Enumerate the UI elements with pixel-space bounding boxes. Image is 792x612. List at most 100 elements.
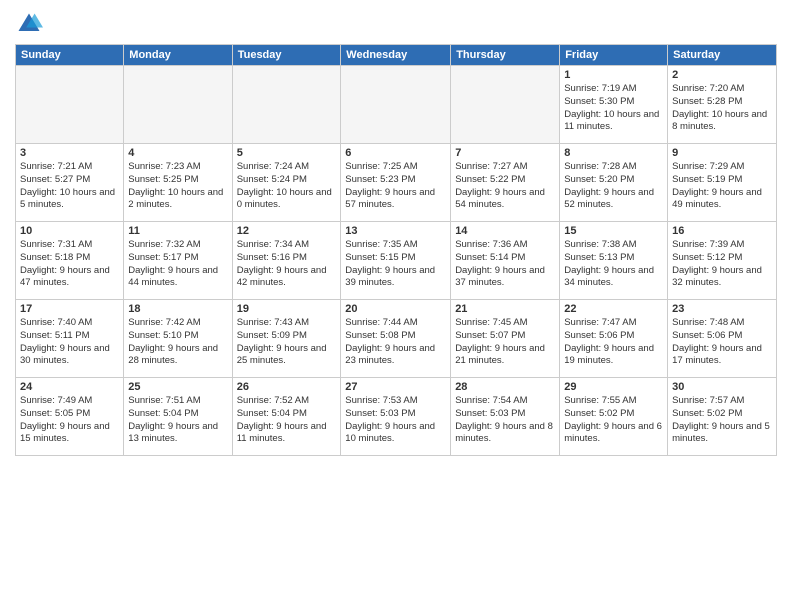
weekday-header-tuesday: Tuesday: [232, 45, 341, 66]
day-number: 12: [237, 225, 337, 237]
calendar-cell: 10 Sunrise: 7:31 AM Sunset: 5:18 PM Dayli…: [16, 222, 124, 300]
weekday-header-thursday: Thursday: [451, 45, 560, 66]
calendar-week-row: 24 Sunrise: 7:49 AM Sunset: 5:05 PM Dayli…: [16, 378, 777, 456]
day-info: Sunrise: 7:43 AM Sunset: 5:09 PM Dayligh…: [237, 317, 337, 368]
day-number: 24: [20, 381, 119, 393]
calendar-cell: 15 Sunrise: 7:38 AM Sunset: 5:13 PM Dayli…: [560, 222, 668, 300]
day-number: 16: [672, 225, 772, 237]
day-number: 19: [237, 303, 337, 315]
day-info: Sunrise: 7:47 AM Sunset: 5:06 PM Dayligh…: [564, 317, 663, 368]
day-info: Sunrise: 7:55 AM Sunset: 5:02 PM Dayligh…: [564, 395, 663, 446]
calendar-cell: 30Sunrise: 7:57 AM Sunset: 5:02 PM Dayli…: [668, 378, 777, 456]
day-info: Sunrise: 7:25 AM Sunset: 5:23 PM Dayligh…: [345, 161, 446, 212]
calendar-cell: 7 Sunrise: 7:27 AM Sunset: 5:22 PM Daylig…: [451, 144, 560, 222]
calendar-table: SundayMondayTuesdayWednesdayThursdayFrid…: [15, 44, 777, 456]
day-info: Sunrise: 7:28 AM Sunset: 5:20 PM Dayligh…: [564, 161, 663, 212]
day-number: 1: [564, 69, 663, 81]
weekday-header-wednesday: Wednesday: [341, 45, 451, 66]
calendar-week-row: 17 Sunrise: 7:40 AM Sunset: 5:11 PM Dayli…: [16, 300, 777, 378]
day-info: Sunrise: 7:44 AM Sunset: 5:08 PM Dayligh…: [345, 317, 446, 368]
calendar-cell: [232, 66, 341, 144]
calendar-cell: [451, 66, 560, 144]
calendar-cell: [124, 66, 232, 144]
calendar-cell: 8Sunrise: 7:28 AM Sunset: 5:20 PM Daylig…: [560, 144, 668, 222]
calendar-cell: 11 Sunrise: 7:32 AM Sunset: 5:17 PM Dayli…: [124, 222, 232, 300]
day-number: 17: [20, 303, 119, 315]
calendar-cell: 3Sunrise: 7:21 AM Sunset: 5:27 PM Daylig…: [16, 144, 124, 222]
day-info: Sunrise: 7:34 AM Sunset: 5:16 PM Dayligh…: [237, 239, 337, 290]
day-info: Sunrise: 7:24 AM Sunset: 5:24 PM Dayligh…: [237, 161, 337, 212]
calendar-cell: 14 Sunrise: 7:36 AM Sunset: 5:14 PM Dayli…: [451, 222, 560, 300]
day-info: Sunrise: 7:20 AM Sunset: 5:28 PM Dayligh…: [672, 83, 772, 134]
day-info: Sunrise: 7:29 AM Sunset: 5:19 PM Dayligh…: [672, 161, 772, 212]
day-number: 7: [455, 147, 555, 159]
day-number: 22: [564, 303, 663, 315]
page: SundayMondayTuesdayWednesdayThursdayFrid…: [0, 0, 792, 612]
day-info: Sunrise: 7:42 AM Sunset: 5:10 PM Dayligh…: [128, 317, 227, 368]
day-number: 10: [20, 225, 119, 237]
day-number: 6: [345, 147, 446, 159]
day-number: 29: [564, 381, 663, 393]
day-info: Sunrise: 7:49 AM Sunset: 5:05 PM Dayligh…: [20, 395, 119, 446]
day-number: 13: [345, 225, 446, 237]
weekday-header-saturday: Saturday: [668, 45, 777, 66]
weekday-header-sunday: Sunday: [16, 45, 124, 66]
day-info: Sunrise: 7:19 AM Sunset: 5:30 PM Dayligh…: [564, 83, 663, 134]
calendar-week-row: 10 Sunrise: 7:31 AM Sunset: 5:18 PM Dayli…: [16, 222, 777, 300]
day-number: 27: [345, 381, 446, 393]
day-info: Sunrise: 7:48 AM Sunset: 5:06 PM Dayligh…: [672, 317, 772, 368]
calendar-cell: [341, 66, 451, 144]
day-number: 4: [128, 147, 227, 159]
calendar-cell: 26 Sunrise: 7:52 AM Sunset: 5:04 PM Dayli…: [232, 378, 341, 456]
day-info: Sunrise: 7:51 AM Sunset: 5:04 PM Dayligh…: [128, 395, 227, 446]
day-number: 23: [672, 303, 772, 315]
logo: [15, 10, 47, 38]
calendar-cell: 5 Sunrise: 7:24 AM Sunset: 5:24 PM Daylig…: [232, 144, 341, 222]
day-info: Sunrise: 7:38 AM Sunset: 5:13 PM Dayligh…: [564, 239, 663, 290]
day-number: 2: [672, 69, 772, 81]
day-number: 26: [237, 381, 337, 393]
day-info: Sunrise: 7:53 AM Sunset: 5:03 PM Dayligh…: [345, 395, 446, 446]
logo-icon: [15, 10, 43, 38]
calendar-cell: 21 Sunrise: 7:45 AM Sunset: 5:07 PM Dayli…: [451, 300, 560, 378]
calendar-cell: 13Sunrise: 7:35 AM Sunset: 5:15 PM Dayli…: [341, 222, 451, 300]
calendar-cell: 6 Sunrise: 7:25 AM Sunset: 5:23 PM Daylig…: [341, 144, 451, 222]
day-number: 30: [672, 381, 772, 393]
calendar-cell: 17 Sunrise: 7:40 AM Sunset: 5:11 PM Dayli…: [16, 300, 124, 378]
day-info: Sunrise: 7:31 AM Sunset: 5:18 PM Dayligh…: [20, 239, 119, 290]
day-info: Sunrise: 7:52 AM Sunset: 5:04 PM Dayligh…: [237, 395, 337, 446]
calendar-cell: 27 Sunrise: 7:53 AM Sunset: 5:03 PM Dayli…: [341, 378, 451, 456]
calendar-cell: 22 Sunrise: 7:47 AM Sunset: 5:06 PM Dayli…: [560, 300, 668, 378]
weekday-header-friday: Friday: [560, 45, 668, 66]
calendar-cell: 4 Sunrise: 7:23 AM Sunset: 5:25 PM Daylig…: [124, 144, 232, 222]
day-number: 28: [455, 381, 555, 393]
header: [15, 10, 777, 38]
day-number: 14: [455, 225, 555, 237]
day-number: 21: [455, 303, 555, 315]
day-info: Sunrise: 7:39 AM Sunset: 5:12 PM Dayligh…: [672, 239, 772, 290]
calendar-cell: 2 Sunrise: 7:20 AM Sunset: 5:28 PM Daylig…: [668, 66, 777, 144]
day-number: 18: [128, 303, 227, 315]
day-info: Sunrise: 7:21 AM Sunset: 5:27 PM Dayligh…: [20, 161, 119, 212]
calendar-cell: 16 Sunrise: 7:39 AM Sunset: 5:12 PM Dayli…: [668, 222, 777, 300]
calendar-cell: 9 Sunrise: 7:29 AM Sunset: 5:19 PM Daylig…: [668, 144, 777, 222]
day-info: Sunrise: 7:27 AM Sunset: 5:22 PM Dayligh…: [455, 161, 555, 212]
day-number: 15: [564, 225, 663, 237]
day-number: 9: [672, 147, 772, 159]
calendar-cell: 20Sunrise: 7:44 AM Sunset: 5:08 PM Dayli…: [341, 300, 451, 378]
day-info: Sunrise: 7:32 AM Sunset: 5:17 PM Dayligh…: [128, 239, 227, 290]
calendar-cell: 12 Sunrise: 7:34 AM Sunset: 5:16 PM Dayli…: [232, 222, 341, 300]
calendar-cell: 24 Sunrise: 7:49 AM Sunset: 5:05 PM Dayli…: [16, 378, 124, 456]
weekday-header-row: SundayMondayTuesdayWednesdayThursdayFrid…: [16, 45, 777, 66]
day-info: Sunrise: 7:36 AM Sunset: 5:14 PM Dayligh…: [455, 239, 555, 290]
weekday-header-monday: Monday: [124, 45, 232, 66]
calendar-cell: 25Sunrise: 7:51 AM Sunset: 5:04 PM Dayli…: [124, 378, 232, 456]
day-number: 11: [128, 225, 227, 237]
day-number: 5: [237, 147, 337, 159]
calendar-cell: 18 Sunrise: 7:42 AM Sunset: 5:10 PM Dayli…: [124, 300, 232, 378]
day-info: Sunrise: 7:45 AM Sunset: 5:07 PM Dayligh…: [455, 317, 555, 368]
day-info: Sunrise: 7:40 AM Sunset: 5:11 PM Dayligh…: [20, 317, 119, 368]
day-info: Sunrise: 7:54 AM Sunset: 5:03 PM Dayligh…: [455, 395, 555, 446]
calendar-cell: 1 Sunrise: 7:19 AM Sunset: 5:30 PM Daylig…: [560, 66, 668, 144]
day-info: Sunrise: 7:23 AM Sunset: 5:25 PM Dayligh…: [128, 161, 227, 212]
